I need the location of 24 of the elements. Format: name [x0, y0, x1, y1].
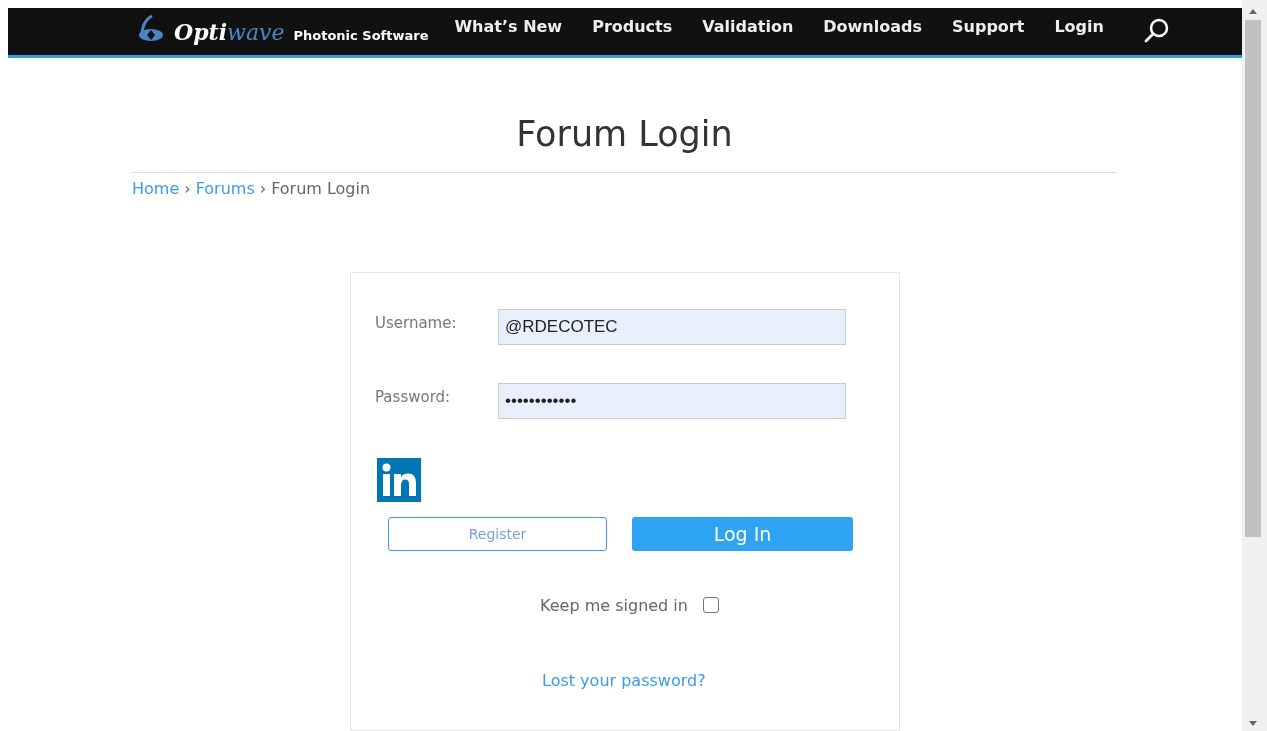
nav-link[interactable]: Support: [952, 17, 1025, 36]
input-field[interactable]: ••••••••••••: [498, 383, 846, 419]
breadcrumb-separator: ›: [259, 179, 267, 198]
linkedin-icon[interactable]: [377, 458, 421, 502]
remember-label: Keep me signed in: [539, 595, 689, 617]
field-label: Password:: [375, 388, 452, 406]
scroll-up-icon[interactable]: [1249, 9, 1257, 14]
field-label: Username:: [375, 314, 458, 332]
scrollbar[interactable]: [1242, 0, 1267, 731]
logo-tagline: Photonic Software: [293, 28, 429, 43]
input-field[interactable]: @RDECOTEC: [498, 309, 846, 345]
nav-link[interactable]: Downloads: [823, 17, 922, 36]
nav-link[interactable]: What’s New: [454, 17, 563, 36]
breadcrumb-current: Forum Login: [271, 179, 371, 198]
search-icon[interactable]: [1143, 16, 1170, 43]
page-title: Forum Login: [132, 114, 1117, 173]
nav-link[interactable]: Validation: [702, 17, 794, 36]
scroll-thumb[interactable]: [1245, 20, 1261, 537]
nav-link[interactable]: Login: [1054, 17, 1104, 36]
checkbox[interactable]: [703, 597, 719, 613]
logo-wordmark[interactable]: Optiwave: [174, 18, 285, 45]
scroll-down-icon[interactable]: [1249, 721, 1257, 726]
breadcrumb-separator: ›: [184, 179, 191, 198]
nav-link[interactable]: Products: [592, 17, 673, 36]
